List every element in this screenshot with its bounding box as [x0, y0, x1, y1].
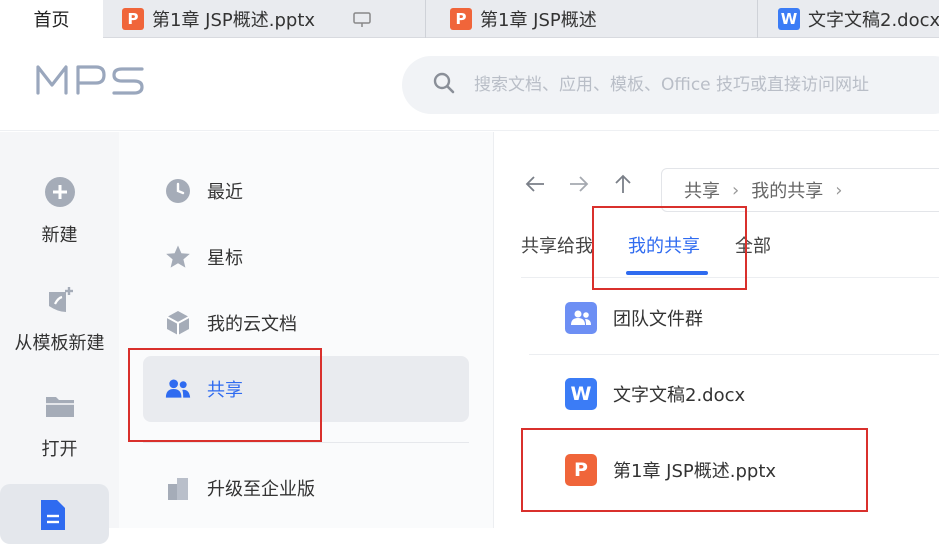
tab-word-file-label: 文字文稿2.docx	[808, 10, 939, 31]
search-icon	[432, 71, 456, 99]
highlight-share-nav	[128, 348, 322, 442]
chevron-right-icon: ›	[732, 179, 740, 201]
tab-ppt-doc-label: 第1章 JSP概述	[480, 10, 597, 31]
template-icon	[0, 284, 119, 321]
search-bar[interactable]	[402, 56, 939, 114]
nav-item-cloud-label: 我的云文档	[207, 314, 297, 335]
nav-panel: 最近 星标 我的云文档 共享 升级至企业版	[119, 132, 494, 528]
row-divider	[529, 354, 939, 355]
tab-shared-with-me[interactable]: 共享给我	[521, 232, 593, 258]
breadcrumb-share[interactable]: 共享	[684, 177, 720, 203]
tab-home[interactable]: 首页	[0, 0, 103, 38]
word-icon: W	[565, 378, 597, 410]
left-rail: 新建 从模板新建 打开	[0, 132, 119, 544]
tab-ppt-file[interactable]: P 第1章 JSP概述.pptx	[104, 0, 426, 38]
rail-open[interactable]: 打开	[0, 390, 119, 461]
tab-home-label: 首页	[33, 10, 70, 31]
ppt-icon: P	[122, 8, 144, 30]
header	[0, 39, 939, 131]
rail-new-label: 新建	[41, 225, 78, 246]
highlight-my-share-tab	[592, 206, 747, 290]
star-icon	[165, 244, 191, 270]
nav-item-starred[interactable]: 星标	[143, 224, 469, 290]
rail-from-template[interactable]: 从模板新建	[0, 284, 119, 355]
nav-item-recent[interactable]: 最近	[143, 158, 469, 224]
list-item-team-folder[interactable]: 团队文件群	[565, 293, 939, 343]
slideshow-icon[interactable]	[353, 12, 371, 27]
highlight-ppt-file	[521, 428, 868, 512]
rail-docs[interactable]	[0, 484, 109, 544]
breadcrumb-my-share[interactable]: 我的共享	[751, 177, 823, 203]
tab-ppt-doc[interactable]: P 第1章 JSP概述	[432, 0, 758, 38]
nav-item-recent-label: 最近	[207, 182, 243, 203]
chevron-right-icon: ›	[835, 179, 843, 201]
list-item-word-file[interactable]: W 文字文稿2.docx	[565, 369, 939, 419]
back-arrow-icon[interactable]	[523, 172, 547, 202]
search-input[interactable]	[474, 75, 939, 95]
wps-logo	[36, 61, 148, 101]
nav-item-upgrade-label: 升级至企业版	[207, 479, 315, 500]
cube-icon	[165, 310, 191, 336]
rail-from-template-label: 从模板新建	[14, 333, 105, 354]
word-icon: W	[778, 8, 800, 30]
tab-bar: 首页 P 第1章 JSP概述.pptx P 第1章 JSP概述 W 文字文稿2.…	[0, 0, 939, 38]
nav-item-upgrade[interactable]: 升级至企业版	[143, 455, 469, 521]
clock-icon	[165, 178, 191, 204]
document-icon	[39, 498, 67, 536]
plus-circle-icon	[0, 176, 119, 213]
tab-ppt-file-label: 第1章 JSP概述.pptx	[152, 10, 316, 31]
rail-open-label: 打开	[41, 439, 78, 460]
nav-item-starred-label: 星标	[207, 248, 243, 269]
up-arrow-icon[interactable]	[611, 172, 635, 202]
tab-word-file[interactable]: W 文字文稿2.docx	[762, 0, 939, 38]
folder-icon	[0, 390, 119, 427]
list-item-team-folder-label: 团队文件群	[613, 309, 703, 330]
forward-arrow-icon[interactable]	[567, 172, 591, 202]
rail-new[interactable]: 新建	[0, 176, 119, 247]
nav-divider	[143, 442, 469, 443]
list-item-word-file-label: 文字文稿2.docx	[613, 385, 746, 406]
nav-item-cloud[interactable]: 我的云文档	[143, 290, 469, 356]
enterprise-icon	[165, 475, 191, 501]
team-folder-icon	[565, 302, 597, 334]
ppt-icon: P	[450, 8, 472, 30]
